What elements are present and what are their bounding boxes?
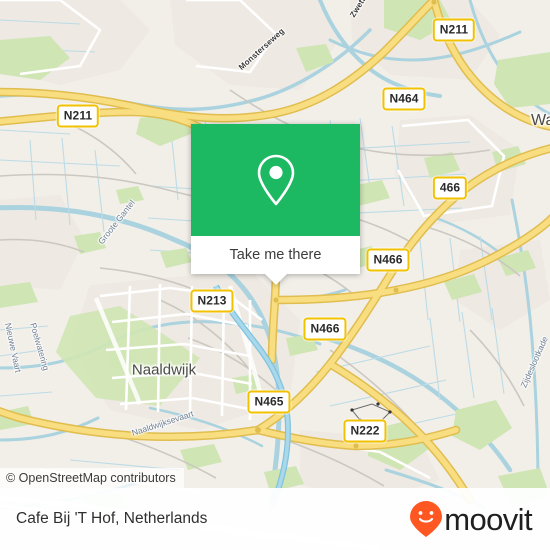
footer-bar: Cafe Bij 'T Hof, Netherlands moovit [0, 488, 550, 550]
take-me-there-button[interactable]: Take me there [191, 236, 360, 285]
callout-pointer [264, 274, 287, 285]
callout-photo-placeholder [191, 124, 360, 236]
road-shield: N466 [303, 317, 347, 341]
road-shield: N213 [190, 289, 234, 313]
place-label: Naaldwijk [131, 361, 197, 379]
take-me-there-label: Take me there [229, 247, 322, 263]
road-shield: N466 [366, 248, 410, 272]
road-shield: N211 [56, 104, 100, 128]
moovit-brand[interactable]: moovit [409, 500, 533, 538]
page-title: Cafe Bij 'T Hof, Netherlands [16, 510, 208, 527]
clipped-city-label: Wa [531, 112, 550, 129]
map-pin-icon [257, 154, 294, 206]
moovit-wordmark: moovit [444, 501, 532, 537]
place-callout-card[interactable]: Take me there [191, 124, 360, 285]
road-shield: N464 [382, 87, 426, 111]
road-shield: N222 [343, 419, 387, 443]
osm-attribution[interactable]: © OpenStreetMap contributors [0, 468, 184, 488]
road-shield: N211 [432, 18, 476, 42]
moovit-pin-smiley-icon [410, 501, 443, 537]
road-shield: N465 [247, 390, 291, 414]
road-shield: 466 [432, 176, 468, 200]
